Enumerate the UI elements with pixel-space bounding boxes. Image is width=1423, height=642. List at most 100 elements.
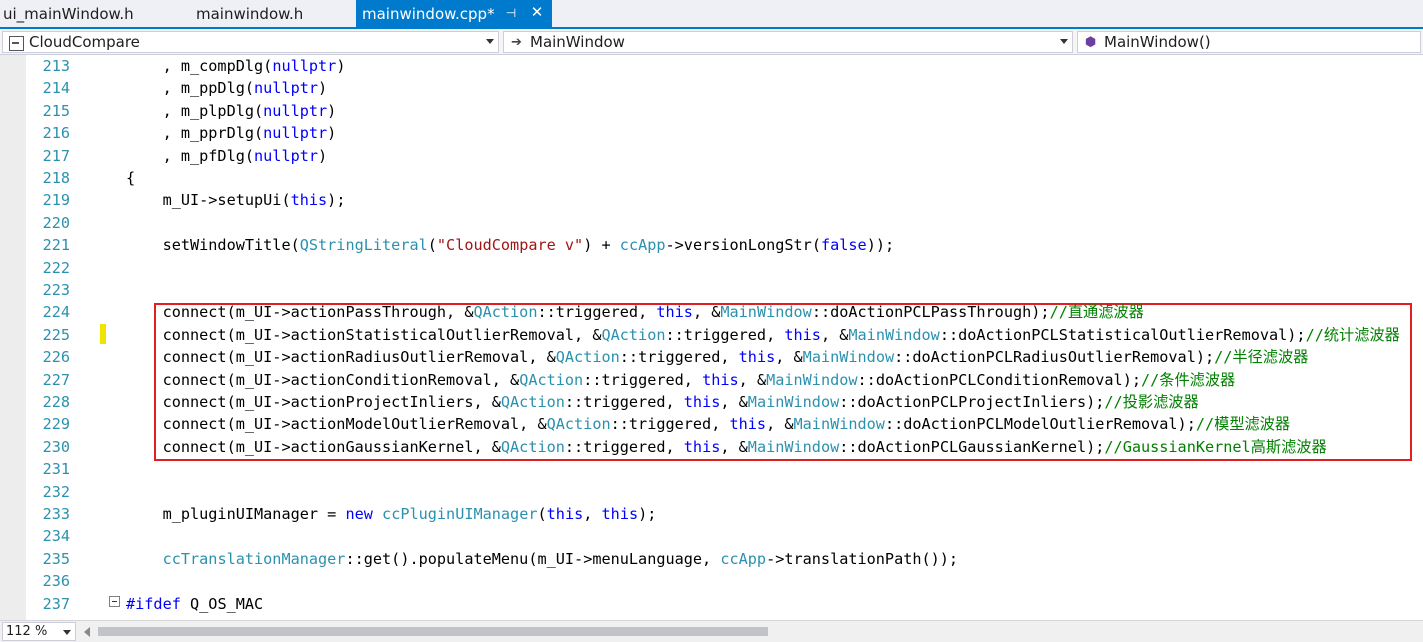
chevron-down-icon <box>486 39 494 44</box>
code-text: setWindowTitle(QStringLiteral("CloudComp… <box>126 234 895 256</box>
line-number: 220 <box>42 213 70 232</box>
code-token: //半径滤波器 <box>1214 348 1309 367</box>
code-token: ::triggered, <box>583 370 703 389</box>
chevron-down-icon <box>63 630 71 635</box>
code-line[interactable]: 226 connect(m_UI->actionRadiusOutlierRem… <box>0 346 1423 368</box>
line-number: 236 <box>42 572 70 591</box>
code-token: , & <box>720 393 748 411</box>
navigation-bar: CloudCompare ➔ MainWindow ⬢ MainWindow() <box>0 29 1423 55</box>
code-line[interactable]: 225 connect(m_UI->actionStatisticalOutli… <box>0 324 1423 346</box>
code-line[interactable]: 230 connect(m_UI->actionGaussianKernel, … <box>0 436 1423 458</box>
code-line[interactable]: 213 , m_compDlg(nullptr) <box>0 55 1423 77</box>
code-token: ::doActionPCLStatisticalOutlierRemoval); <box>939 325 1306 344</box>
code-token: //直通滤波器 <box>1049 303 1144 322</box>
code-line[interactable]: 214 , m_ppDlg(nullptr) <box>0 77 1423 99</box>
scroll-left-icon[interactable] <box>84 627 90 637</box>
code-line[interactable]: 232 <box>0 481 1423 503</box>
zoom-dropdown[interactable]: 112 % <box>2 622 76 641</box>
code-token: ::doActionPCLPassThrough); <box>811 303 1050 322</box>
code-line[interactable]: 215 , m_plpDlg(nullptr) <box>0 100 1423 122</box>
code-token: ::triggered, <box>610 415 730 434</box>
code-token: //模型滤波器 <box>1195 415 1291 434</box>
code-token: MainWindow <box>747 393 840 411</box>
code-line[interactable]: 219 m_UI->setupUi(this); <box>0 189 1423 211</box>
code-text: connect(m_UI->actionModelOutlierRemoval,… <box>126 413 1291 435</box>
code-token: ( <box>537 505 547 523</box>
code-line[interactable]: 227 connect(m_UI->actionConditionRemoval… <box>0 369 1423 391</box>
code-line[interactable]: 217 , m_pfDlg(nullptr) <box>0 145 1423 167</box>
tab-mainwindow-cpp[interactable]: mainwindow.cpp* ⊣ ✕ <box>356 0 552 27</box>
code-text: ccTranslationManager::get().populateMenu… <box>126 548 959 570</box>
code-text: connect(m_UI->actionProjectInliers, &QAc… <box>126 391 1199 413</box>
code-token: ::doActionPCLGaussianKernel); <box>839 437 1105 456</box>
code-token: , & <box>820 325 849 344</box>
code-line[interactable]: 228 connect(m_UI->actionProjectInliers, … <box>0 391 1423 413</box>
code-token: , m_pprDlg( <box>126 124 264 143</box>
code-token: , m_plpDlg( <box>126 101 264 120</box>
code-token: connect(m_UI->actionStatisticalOutlierRe… <box>126 325 602 344</box>
tab-mainwindow-h[interactable]: mainwindow.h <box>190 0 356 27</box>
code-line[interactable]: 223 <box>0 279 1423 301</box>
code-line[interactable]: 218 { <box>0 167 1423 189</box>
code-token: ::doActionPCLRadiusOutlierRemoval); <box>894 348 1215 367</box>
code-token: ::get().populateMenu(m_UI->menuLanguage, <box>345 549 721 568</box>
code-line[interactable]: 216 , m_pprDlg(nullptr) <box>0 122 1423 144</box>
line-number: 216 <box>42 124 70 143</box>
code-token: this <box>683 393 721 411</box>
line-number: 225 <box>42 325 70 344</box>
code-token: { <box>126 169 136 187</box>
code-token: //条件滤波器 <box>1140 370 1236 389</box>
code-token: QAction <box>500 437 565 456</box>
code-token: setWindowTitle( <box>126 236 300 255</box>
code-text: connect(m_UI->actionConditionRemoval, &Q… <box>126 369 1236 391</box>
code-token: ); <box>327 191 346 210</box>
code-token: MainWindow <box>793 415 885 434</box>
tab-ui-mainwindow-h[interactable]: ui_mainWindow.h <box>0 0 182 27</box>
code-token: ::doActionPCLConditionRemoval); <box>857 370 1141 389</box>
code-line[interactable]: 221 setWindowTitle(QStringLiteral("Cloud… <box>0 234 1423 256</box>
fold-collapse-icon[interactable] <box>109 596 120 607</box>
line-number: 234 <box>42 527 70 546</box>
editor-bottom-bar: 112 % <box>0 620 1423 642</box>
member-dropdown[interactable]: ⬢ MainWindow() <box>1077 31 1421 53</box>
code-token: )); <box>866 236 895 255</box>
code-token: MainWindow <box>766 370 858 389</box>
code-line[interactable]: 220 <box>0 212 1423 234</box>
code-token: nullptr <box>263 101 328 120</box>
code-token: nullptr <box>263 124 328 143</box>
scope-dropdown[interactable]: ➔ MainWindow <box>503 31 1073 53</box>
line-number: 219 <box>42 191 70 210</box>
code-token: //统计滤波器 <box>1305 325 1400 344</box>
tab-label: ui_mainWindow.h <box>3 5 134 23</box>
code-line[interactable]: 236 <box>0 570 1423 592</box>
line-number: 232 <box>42 482 70 501</box>
code-token: ( <box>427 236 437 255</box>
code-editor[interactable]: 213 , m_compDlg(nullptr) 214 , m_ppDlg(nu… <box>0 55 1423 620</box>
code-token: ->versionLongStr( <box>665 236 821 255</box>
code-line[interactable]: 224 connect(m_UI->actionPassThrough, &QA… <box>0 301 1423 323</box>
code-line[interactable]: 233 m_pluginUIManager = new ccPluginUIMa… <box>0 503 1423 525</box>
code-token: this <box>702 370 739 389</box>
code-line[interactable]: 229 connect(m_UI->actionModelOutlierRemo… <box>0 413 1423 435</box>
code-line[interactable]: 237 #ifdef Q_OS_MAC <box>0 593 1423 615</box>
document-tab-strip: ui_mainWindow.h mainwindow.h mainwindow.… <box>0 0 1423 29</box>
code-line[interactable]: 231 <box>0 458 1423 480</box>
code-line[interactable]: 222 <box>0 257 1423 279</box>
close-icon[interactable]: ✕ <box>529 5 545 21</box>
code-token: "CloudCompare v" <box>436 236 584 255</box>
code-token: //GaussianKernel高斯滤波器 <box>1104 437 1327 456</box>
scrollbar-thumb[interactable] <box>98 627 768 636</box>
line-number: 215 <box>42 101 70 120</box>
code-token: ::triggered, <box>619 348 739 367</box>
line-number: 213 <box>42 57 70 75</box>
horizontal-scrollbar[interactable] <box>80 622 1423 641</box>
project-dropdown[interactable]: CloudCompare <box>2 31 499 53</box>
code-token: ccPluginUIManager <box>382 505 538 523</box>
code-line[interactable]: 234 <box>0 525 1423 547</box>
method-cube-icon: ⬢ <box>1084 35 1097 50</box>
code-line[interactable]: 235 ccTranslationManager::get().populate… <box>0 548 1423 570</box>
pin-icon[interactable]: ⊣ <box>504 6 518 20</box>
code-token: this <box>601 505 639 523</box>
line-number: 233 <box>42 505 70 523</box>
